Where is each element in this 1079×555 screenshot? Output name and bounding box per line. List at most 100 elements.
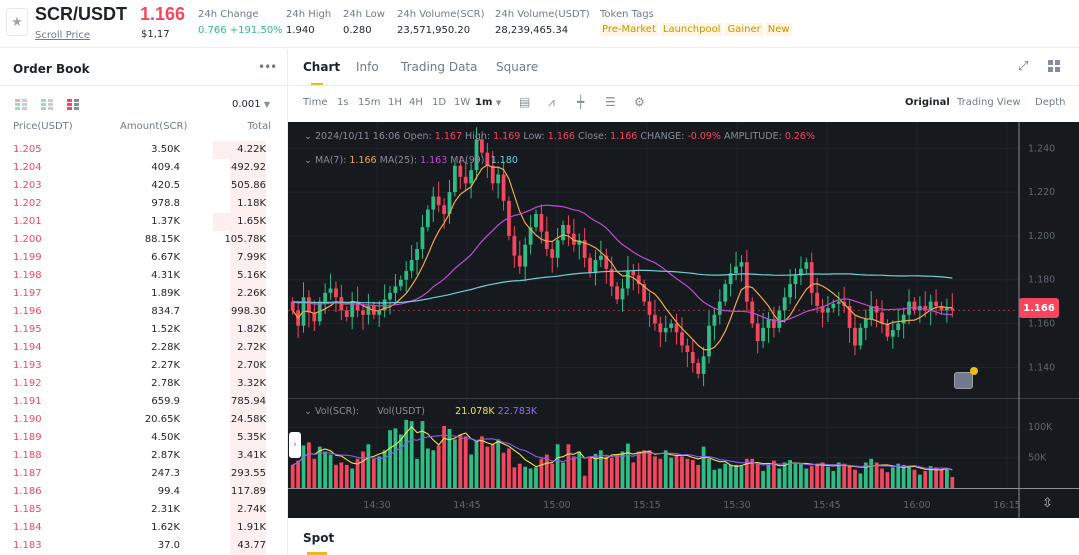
candle-type-icon[interactable]: ┿ xyxy=(577,95,584,109)
timeframe-1m[interactable]: 1m ▼ xyxy=(475,97,501,108)
timeframe-time[interactable]: Time xyxy=(303,97,327,108)
candlestick-chart[interactable]: 1.240 1.220 1.200 1.180 1.160 1.140 14:30 14:45… xyxy=(288,122,1079,518)
collapse-icon[interactable]: ⌄ xyxy=(304,406,312,417)
ask-row[interactable]: 1.202 978.8 1.18K xyxy=(0,195,288,213)
token-info-link[interactable]: Scroll Price xyxy=(35,30,90,41)
token-tags-label: Token Tags xyxy=(600,9,654,20)
ask-row[interactable]: 1.189 4.50K 5.35K xyxy=(0,429,288,447)
ask-total: 785.94 xyxy=(231,396,266,407)
timeframe-1h[interactable]: 1H xyxy=(388,97,402,108)
candle-body xyxy=(912,301,917,311)
ask-row[interactable]: 1.185 2.31K 2.74K xyxy=(0,501,288,519)
price-tick-label: 1.140 xyxy=(1028,362,1055,373)
volume-bar xyxy=(371,458,376,488)
ask-row[interactable]: 1.193 2.27K 2.70K xyxy=(0,357,288,375)
more-dots-icon[interactable]: ••• xyxy=(258,60,277,74)
tab-trading-data[interactable]: Trading Data xyxy=(401,60,478,74)
ask-row[interactable]: 1.205 3.50K 4.22K xyxy=(0,141,288,159)
depth-settings-icon[interactable]: ☰ xyxy=(605,95,616,109)
gear-icon[interactable]: ⚙ xyxy=(634,95,645,109)
volume-bar xyxy=(507,448,511,488)
ask-row[interactable]: 1.203 420.5 505.86 xyxy=(0,177,288,195)
view-trading-view[interactable]: Trading View xyxy=(957,97,1021,108)
ask-row[interactable]: 1.196 834.7 998.30 xyxy=(0,303,288,321)
ask-row[interactable]: 1.204 409.4 492.92 xyxy=(0,159,288,177)
timeframe-1w[interactable]: 1W xyxy=(454,97,470,108)
volume-bar xyxy=(680,456,684,488)
ask-row[interactable]: 1.183 37.0 43.77 xyxy=(0,537,288,555)
favorite-button[interactable]: ★ xyxy=(6,8,28,36)
ask-row[interactable]: 1.201 1.37K 1.65K xyxy=(0,213,288,231)
volume-bar xyxy=(366,444,371,488)
ask-total: 43.77 xyxy=(237,540,266,551)
chart-toolbar: Time 1s 15m 1H 4H 1D 1W 1m ▼ ▤ ⩘ ┿ ☰ ⚙ O… xyxy=(289,87,1079,121)
ask-row[interactable]: 1.190 20.65K 24.58K xyxy=(0,411,288,429)
auto-scale-icon[interactable]: ⇳ xyxy=(1042,496,1053,511)
legend-ma7: 1.166 xyxy=(349,155,377,166)
candle-body xyxy=(890,330,895,337)
ask-row[interactable]: 1.187 247.3 293.55 xyxy=(0,465,288,483)
spot-section-title[interactable]: Spot xyxy=(303,531,334,545)
volume-bar xyxy=(307,442,311,488)
view-depth[interactable]: Depth xyxy=(1035,97,1065,108)
tag-launchpool[interactable]: Launchpool xyxy=(660,23,723,36)
ask-price: 1.185 xyxy=(13,504,42,515)
volume-bar xyxy=(328,454,333,488)
ask-row[interactable]: 1.199 6.67K 7.99K xyxy=(0,249,288,267)
stat-24h-change: 24h Change 0.766 +191.50% xyxy=(198,9,283,36)
volume-bar xyxy=(582,475,587,488)
candle-body xyxy=(680,332,684,346)
timeframe-4h[interactable]: 4H xyxy=(409,97,423,108)
tag-gainer[interactable]: Gainer xyxy=(725,23,763,36)
view-asks-icon[interactable] xyxy=(67,99,79,110)
ask-row[interactable]: 1.186 99.4 117.89 xyxy=(0,483,288,501)
ask-row[interactable]: 1.192 2.78K 3.32K xyxy=(0,375,288,393)
legend-high: 1.169 xyxy=(493,131,521,142)
precision-value: 0.001 xyxy=(232,99,261,110)
timeframe-15m[interactable]: 15m xyxy=(358,97,380,108)
caret-down-icon: ▼ xyxy=(263,100,270,109)
layout-grid-icon[interactable] xyxy=(1048,60,1060,72)
ask-amount: 659.9 xyxy=(151,396,180,407)
chart-widget-button[interactable] xyxy=(954,372,973,389)
ask-row[interactable]: 1.195 1.52K 1.82K xyxy=(0,321,288,339)
legend-vol-ma2: 22.783K xyxy=(497,406,538,417)
precision-select[interactable]: 0.001 ▼ xyxy=(232,99,270,110)
ask-row[interactable]: 1.184 1.62K 1.91K xyxy=(0,519,288,537)
indicator-icon[interactable]: ⩘ xyxy=(548,95,555,110)
column-amount: Amount(SCR) xyxy=(120,121,188,132)
ask-amount: 247.3 xyxy=(151,468,180,479)
ask-row[interactable]: 1.200 88.15K 105.78K xyxy=(0,231,288,249)
ask-row[interactable]: 1.191 659.9 785.94 xyxy=(0,393,288,411)
legend-change-label: CHANGE: xyxy=(640,131,685,142)
volume-bar xyxy=(820,462,825,488)
tab-chart[interactable]: Chart xyxy=(303,60,340,74)
view-bids-icon[interactable] xyxy=(41,99,53,110)
tag-new[interactable]: New xyxy=(765,23,792,36)
chart-canvas[interactable]: 1.240 1.220 1.200 1.180 1.160 1.140 14:30 14:45… xyxy=(288,122,1079,518)
tab-info[interactable]: Info xyxy=(356,60,379,74)
time-tick-label: 14:30 xyxy=(363,500,390,511)
view-both-icon[interactable] xyxy=(15,99,27,110)
ask-row[interactable]: 1.198 4.31K 5.16K xyxy=(0,267,288,285)
ask-price: 1.189 xyxy=(13,432,42,443)
calendar-icon[interactable]: ▤ xyxy=(519,95,530,109)
ask-row[interactable]: 1.194 2.28K 2.72K xyxy=(0,339,288,357)
volume-tick-label: 100K xyxy=(1028,422,1053,433)
legend-vol-scr-label: Vol(SCR): xyxy=(315,406,360,417)
chevron-right-icon[interactable]: › xyxy=(289,432,301,458)
collapse-icon[interactable]: ⌄ xyxy=(304,131,312,142)
stat-label: 24h Change xyxy=(198,9,259,20)
collapse-icon[interactable]: ⌄ xyxy=(304,155,312,166)
legend-ma25-label: MA(25): xyxy=(379,155,418,166)
ask-row[interactable]: 1.188 2.87K 3.41K xyxy=(0,447,288,465)
view-original[interactable]: Original xyxy=(905,97,950,108)
main-tabs: Chart Info Trading Data Square ⤢ xyxy=(289,49,1079,86)
tag-pre-market[interactable]: Pre-Market xyxy=(600,23,658,36)
ask-row[interactable]: 1.197 1.89K 2.26K xyxy=(0,285,288,303)
fullscreen-icon[interactable]: ⤢ xyxy=(1018,59,1028,74)
volume-bar xyxy=(555,444,560,488)
tab-square[interactable]: Square xyxy=(496,60,538,74)
timeframe-1d[interactable]: 1D xyxy=(432,97,446,108)
timeframe-1s[interactable]: 1s xyxy=(337,97,349,108)
